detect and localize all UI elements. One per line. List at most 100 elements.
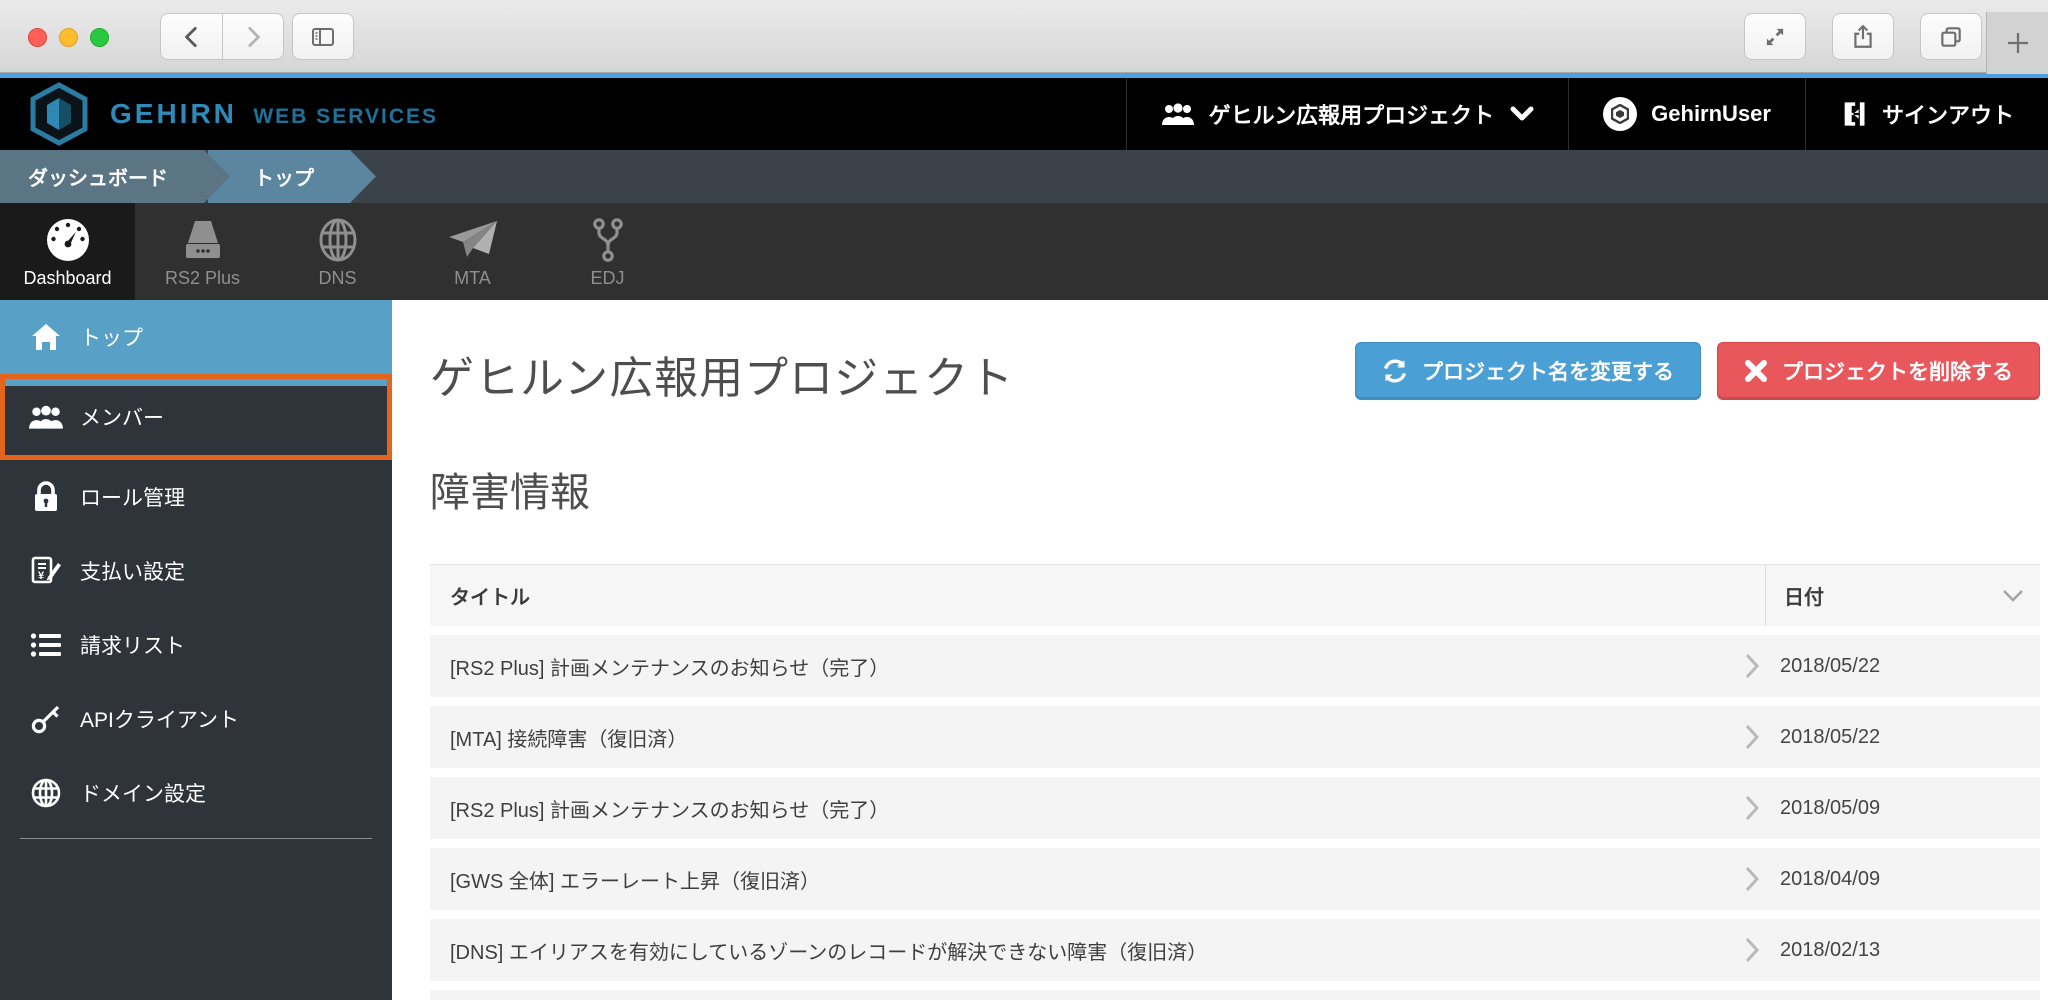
share-group — [1832, 13, 1894, 60]
sidebar-item-api-clients[interactable]: APIクライアント — [0, 682, 392, 756]
sidebar-item-label: 請求リスト — [80, 630, 185, 660]
incident-date: 2018/05/22 — [1780, 655, 2040, 678]
minimize-window-button[interactable] — [59, 28, 78, 47]
sidebar-toggle-button[interactable] — [292, 13, 354, 60]
close-window-button[interactable] — [28, 28, 47, 47]
fullscreen-button[interactable] — [1744, 13, 1806, 60]
project-selector[interactable]: ゲヒルン広報用プロジェクト — [1126, 78, 1569, 150]
tab-overview-button[interactable] — [1920, 13, 1982, 60]
service-tile-mta[interactable]: MTA — [405, 203, 540, 300]
avatar — [1603, 97, 1637, 131]
app-header: GEHIRN WEB SERVICES ゲヒルン広報用プロジェクト Gehirn… — [0, 78, 2048, 150]
window-controls — [28, 28, 109, 47]
delete-project-label: プロジェクトを削除する — [1782, 356, 2013, 386]
header-menu: ゲヒルン広報用プロジェクト GehirnUser サインアウト — [1126, 78, 2048, 150]
domain-globe-icon — [28, 777, 64, 809]
back-icon — [179, 24, 205, 50]
delete-project-button[interactable]: プロジェクトを削除する — [1717, 342, 2040, 400]
list-icon — [28, 631, 64, 659]
project-selector-label: ゲヒルン広報用プロジェクト — [1209, 98, 1495, 130]
sidebar-item-members[interactable]: メンバー — [0, 374, 392, 460]
service-tile-edj[interactable]: EDJ — [540, 203, 675, 300]
sidebar: トップ メンバー ロール管理 ¥ 支払い設定 — [0, 300, 392, 1000]
incident-row[interactable]: [DNS] エイリアスを有効にしているゾーンのレコードが解決できない障害（復旧済… — [430, 919, 2040, 981]
incident-title: [DNS] エイリアスを有効にしているゾーンのレコードが解決できない障害（復旧済… — [430, 936, 1724, 965]
fullscreen-group — [1744, 13, 1806, 60]
column-header-date-label: 日付 — [1784, 581, 1824, 610]
sidebar-item-label: APIクライアント — [80, 704, 239, 734]
fullscreen-icon — [1762, 24, 1788, 50]
incident-date: 2018/05/09 — [1780, 797, 2040, 820]
dashboard-gauge-icon — [45, 214, 91, 266]
new-tab-button[interactable] — [1986, 12, 2048, 74]
svg-text:¥: ¥ — [38, 570, 45, 582]
user-menu[interactable]: GehirnUser — [1568, 78, 1805, 150]
incident-row[interactable]: [RS2 Plus] 計画メンテナンスのお知らせ（完了） 2018/05/09 — [430, 777, 2040, 839]
payment-settings-icon: ¥ — [28, 555, 64, 587]
chevron-down-icon — [1510, 105, 1534, 123]
sidebar-item-label: 支払い設定 — [80, 556, 185, 586]
signout-icon — [1840, 100, 1868, 128]
page-title: ゲヒルン広報用プロジェクト — [430, 342, 1014, 406]
sidebar-item-billing[interactable]: 請求リスト — [0, 608, 392, 682]
service-label: RS2 Plus — [165, 268, 240, 289]
column-header-date[interactable]: 日付 — [1765, 565, 2040, 626]
chevron-right-icon — [1724, 723, 1780, 751]
brand[interactable]: GEHIRN WEB SERVICES — [0, 78, 438, 150]
globe-icon — [316, 214, 360, 266]
incident-row[interactable]: [RS2 Plus] 計画メンテナンスのお知らせ（完了） 2018/05/22 — [430, 635, 2040, 697]
incident-date: 2018/02/13 — [1780, 939, 2040, 962]
incident-date: 2018/04/09 — [1780, 868, 2040, 891]
chevron-right-icon — [1724, 865, 1780, 893]
rename-project-button[interactable]: プロジェクト名を変更する — [1355, 342, 1701, 400]
breadcrumb-dashboard[interactable]: ダッシュボード — [0, 150, 230, 203]
sidebar-item-top[interactable]: トップ — [0, 300, 392, 374]
project-actions: プロジェクト名を変更する プロジェクトを削除する — [1355, 342, 2040, 400]
signout-label: サインアウト — [1882, 98, 2014, 130]
chevron-right-icon — [1724, 936, 1780, 964]
chevron-right-icon — [1724, 652, 1780, 680]
sidebar-toggle-group — [292, 13, 354, 60]
incident-row-partial[interactable] — [430, 990, 2040, 1000]
server-icon — [178, 214, 228, 266]
browser-toolbar — [0, 0, 2048, 73]
sort-chevron-down-icon — [2002, 588, 2024, 604]
sidebar-item-label: ドメイン設定 — [80, 778, 206, 808]
sidebar-item-label: ロール管理 — [80, 482, 185, 512]
share-button[interactable] — [1832, 13, 1894, 60]
sidebar-item-roles[interactable]: ロール管理 — [0, 460, 392, 534]
service-label: EDJ — [590, 268, 624, 289]
breadcrumb-top-label: トップ — [254, 162, 314, 191]
chevron-right-icon — [1724, 794, 1780, 822]
service-tile-dns[interactable]: DNS — [270, 203, 405, 300]
incident-title: [MTA] 接続障害（復旧済） — [430, 723, 1724, 752]
main-content: ゲヒルン広報用プロジェクト プロジェクト名を変更する プロジェクトを削除する — [392, 300, 2048, 1000]
signout-button[interactable]: サインアウト — [1805, 78, 2048, 150]
sidebar-item-domains[interactable]: ドメイン設定 — [0, 756, 392, 830]
incident-row[interactable]: [MTA] 接続障害（復旧済） 2018/05/22 — [430, 706, 2040, 768]
sidebar-item-payment[interactable]: ¥ 支払い設定 — [0, 534, 392, 608]
service-tile-rs2plus[interactable]: RS2 Plus — [135, 203, 270, 300]
service-bar: Dashboard RS2 Plus DNS MTA EDJ — [0, 203, 2048, 300]
incident-row[interactable]: [GWS 全体] エラーレート上昇（復旧済） 2018/04/09 — [430, 848, 2040, 910]
paper-plane-icon — [447, 214, 499, 266]
service-label: DNS — [318, 268, 356, 289]
history-nav — [160, 13, 284, 60]
service-tile-dashboard[interactable]: Dashboard — [0, 203, 135, 300]
tab-overview-icon — [1938, 24, 1964, 50]
forward-button[interactable] — [222, 13, 284, 60]
brand-name: GEHIRN — [110, 98, 237, 129]
zoom-window-button[interactable] — [90, 28, 109, 47]
x-icon — [1744, 359, 1768, 383]
refresh-icon — [1382, 358, 1408, 384]
brand-text: GEHIRN WEB SERVICES — [110, 98, 438, 130]
incident-table: タイトル 日付 [RS2 Plus] 計画メンテナンスのお知らせ（完了） 201… — [430, 564, 2040, 1000]
incident-title: [GWS 全体] エラーレート上昇（復旧済） — [430, 865, 1724, 894]
gehirn-logo-icon — [30, 82, 88, 146]
breadcrumb-dashboard-label: ダッシュボード — [28, 162, 168, 191]
home-icon — [28, 322, 64, 352]
breadcrumb-top[interactable]: トップ — [208, 150, 376, 203]
back-button[interactable] — [160, 13, 222, 60]
page: GEHIRN WEB SERVICES ゲヒルン広報用プロジェクト Gehirn… — [0, 0, 2048, 1000]
body-row: トップ メンバー ロール管理 ¥ 支払い設定 — [0, 300, 2048, 1000]
